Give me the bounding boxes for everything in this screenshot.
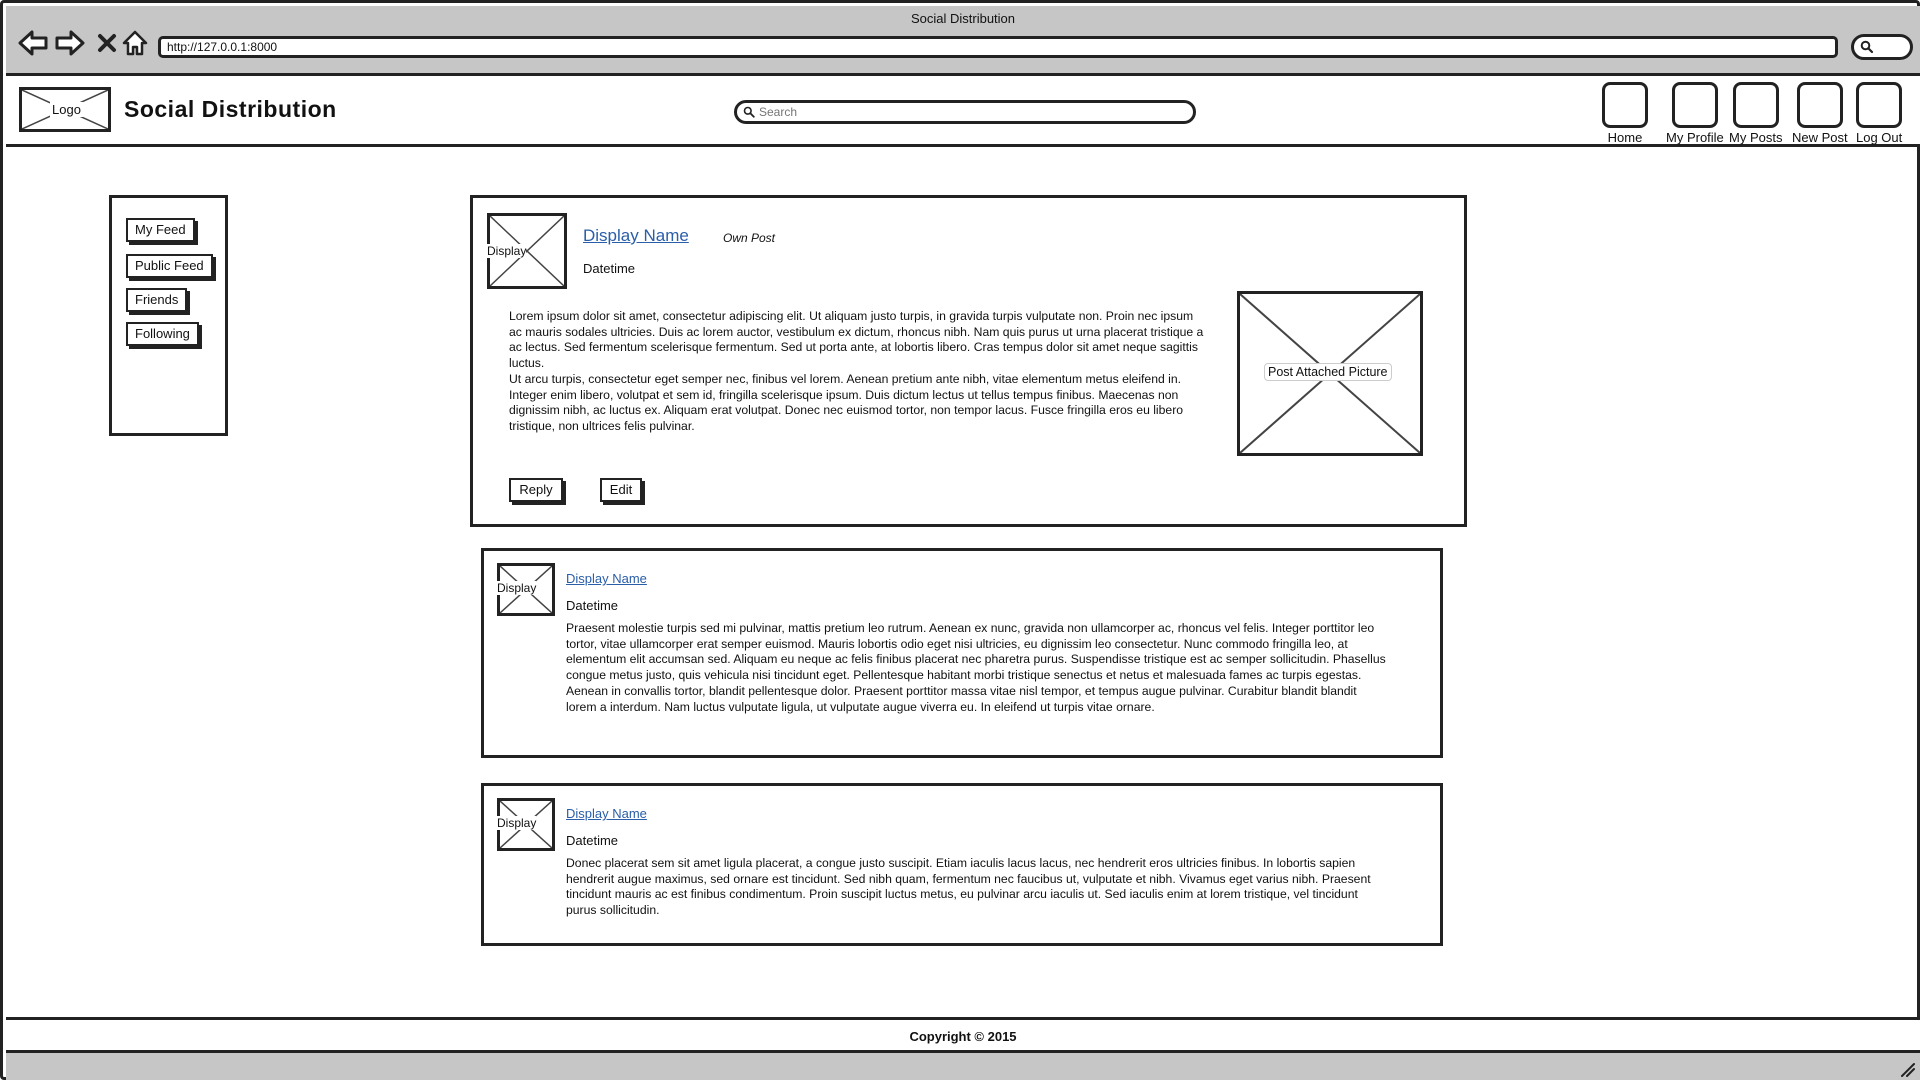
comment: Display Display Name Datetime Donec plac… — [481, 783, 1443, 946]
comment-datetime: Datetime — [566, 598, 619, 613]
browser-toolbar: Social Distribution http://127.0.0.1:800… — [6, 6, 1920, 76]
search-icon — [743, 106, 755, 118]
reply-button[interactable]: Reply — [509, 478, 563, 502]
back-arrow-icon[interactable] — [18, 28, 48, 58]
browser-window: Social Distribution http://127.0.0.1:800… — [0, 0, 1920, 1080]
avatar[interactable]: Display — [497, 798, 555, 851]
comment-body: Praesent molestie turpis sed mi pulvinar… — [566, 621, 1386, 714]
browser-search-button[interactable] — [1851, 34, 1913, 60]
nav-my-profile[interactable]: My Profile — [1666, 82, 1724, 145]
comment: Display Display Name Datetime Praesent m… — [481, 548, 1443, 758]
forward-arrow-icon[interactable] — [55, 28, 85, 58]
nav-log-out-label: Log Out — [1856, 130, 1903, 145]
sidebar-item-friends[interactable]: Friends — [126, 288, 188, 312]
post-paragraph: Lorem ipsum dolor sit amet, consectetur … — [509, 309, 1204, 371]
home-icon[interactable] — [120, 28, 150, 58]
own-post-tag: Own Post — [723, 231, 776, 245]
nav-log-out[interactable]: Log Out — [1856, 82, 1902, 145]
author-name-link[interactable]: Display Name — [566, 571, 647, 586]
app-title: Social Distribution — [124, 96, 337, 122]
address-bar[interactable]: http://127.0.0.1:8000 — [158, 36, 1838, 58]
status-bar — [6, 1053, 1920, 1080]
post-body: Lorem ipsum dolor sit amet, consectetur … — [509, 309, 1209, 435]
nav-home[interactable]: Home — [1602, 82, 1648, 145]
logo[interactable]: Logo — [19, 87, 111, 132]
nav-new-post-label: New Post — [1792, 130, 1848, 145]
stop-icon[interactable] — [92, 28, 122, 58]
nav-my-profile-label: My Profile — [1666, 130, 1724, 145]
sidebar-item-public-feed[interactable]: Public Feed — [126, 254, 213, 278]
home-icon — [1602, 82, 1648, 128]
window-title: Social Distribution — [910, 11, 1016, 26]
posts-icon — [1732, 82, 1779, 128]
comment-body: Donec placerat sem sit amet ligula place… — [566, 856, 1371, 918]
comment-datetime: Datetime — [566, 833, 619, 848]
profile-icon — [1671, 82, 1718, 128]
picture-label: Post Attached Picture — [1264, 363, 1392, 381]
post-attached-picture[interactable]: Post Attached Picture — [1237, 291, 1423, 456]
nav-my-posts-label: My Posts — [1729, 130, 1783, 145]
sidebar-item-following[interactable]: Following — [126, 322, 199, 346]
nav-home-label: Home — [1607, 130, 1643, 145]
footer: Copyright © 2015 — [6, 1017, 1920, 1053]
logo-label: Logo — [50, 102, 83, 117]
sidebar-item-my-feed[interactable]: My Feed — [126, 218, 195, 242]
sidebar: My Feed Public Feed Friends Following — [109, 195, 228, 436]
avatar-label: Display — [497, 816, 537, 830]
copyright: Copyright © 2015 — [909, 1029, 1017, 1044]
search-input[interactable] — [759, 105, 1179, 119]
nav-new-post[interactable]: New Post — [1792, 82, 1848, 145]
app-header: Logo Social Distribution Home My Profile… — [6, 76, 1920, 147]
magnifier-icon — [1860, 40, 1874, 54]
avatar-label: Display — [487, 244, 527, 258]
author-name-link[interactable]: Display Name — [583, 226, 689, 246]
new-post-icon — [1796, 82, 1843, 128]
search-box[interactable] — [734, 100, 1196, 124]
resize-grip-icon[interactable] — [1898, 1060, 1916, 1078]
avatar[interactable]: Display — [487, 213, 567, 289]
post-paragraph: Ut arcu turpis, consectetur eget semper … — [509, 371, 1184, 433]
post-datetime: Datetime — [583, 261, 636, 276]
nav-my-posts[interactable]: My Posts — [1729, 82, 1782, 145]
author-name-link[interactable]: Display Name — [566, 806, 647, 821]
edit-button[interactable]: Edit — [600, 478, 642, 502]
avatar[interactable]: Display — [497, 563, 555, 616]
logout-icon — [1856, 82, 1903, 128]
avatar-label: Display — [497, 581, 537, 595]
